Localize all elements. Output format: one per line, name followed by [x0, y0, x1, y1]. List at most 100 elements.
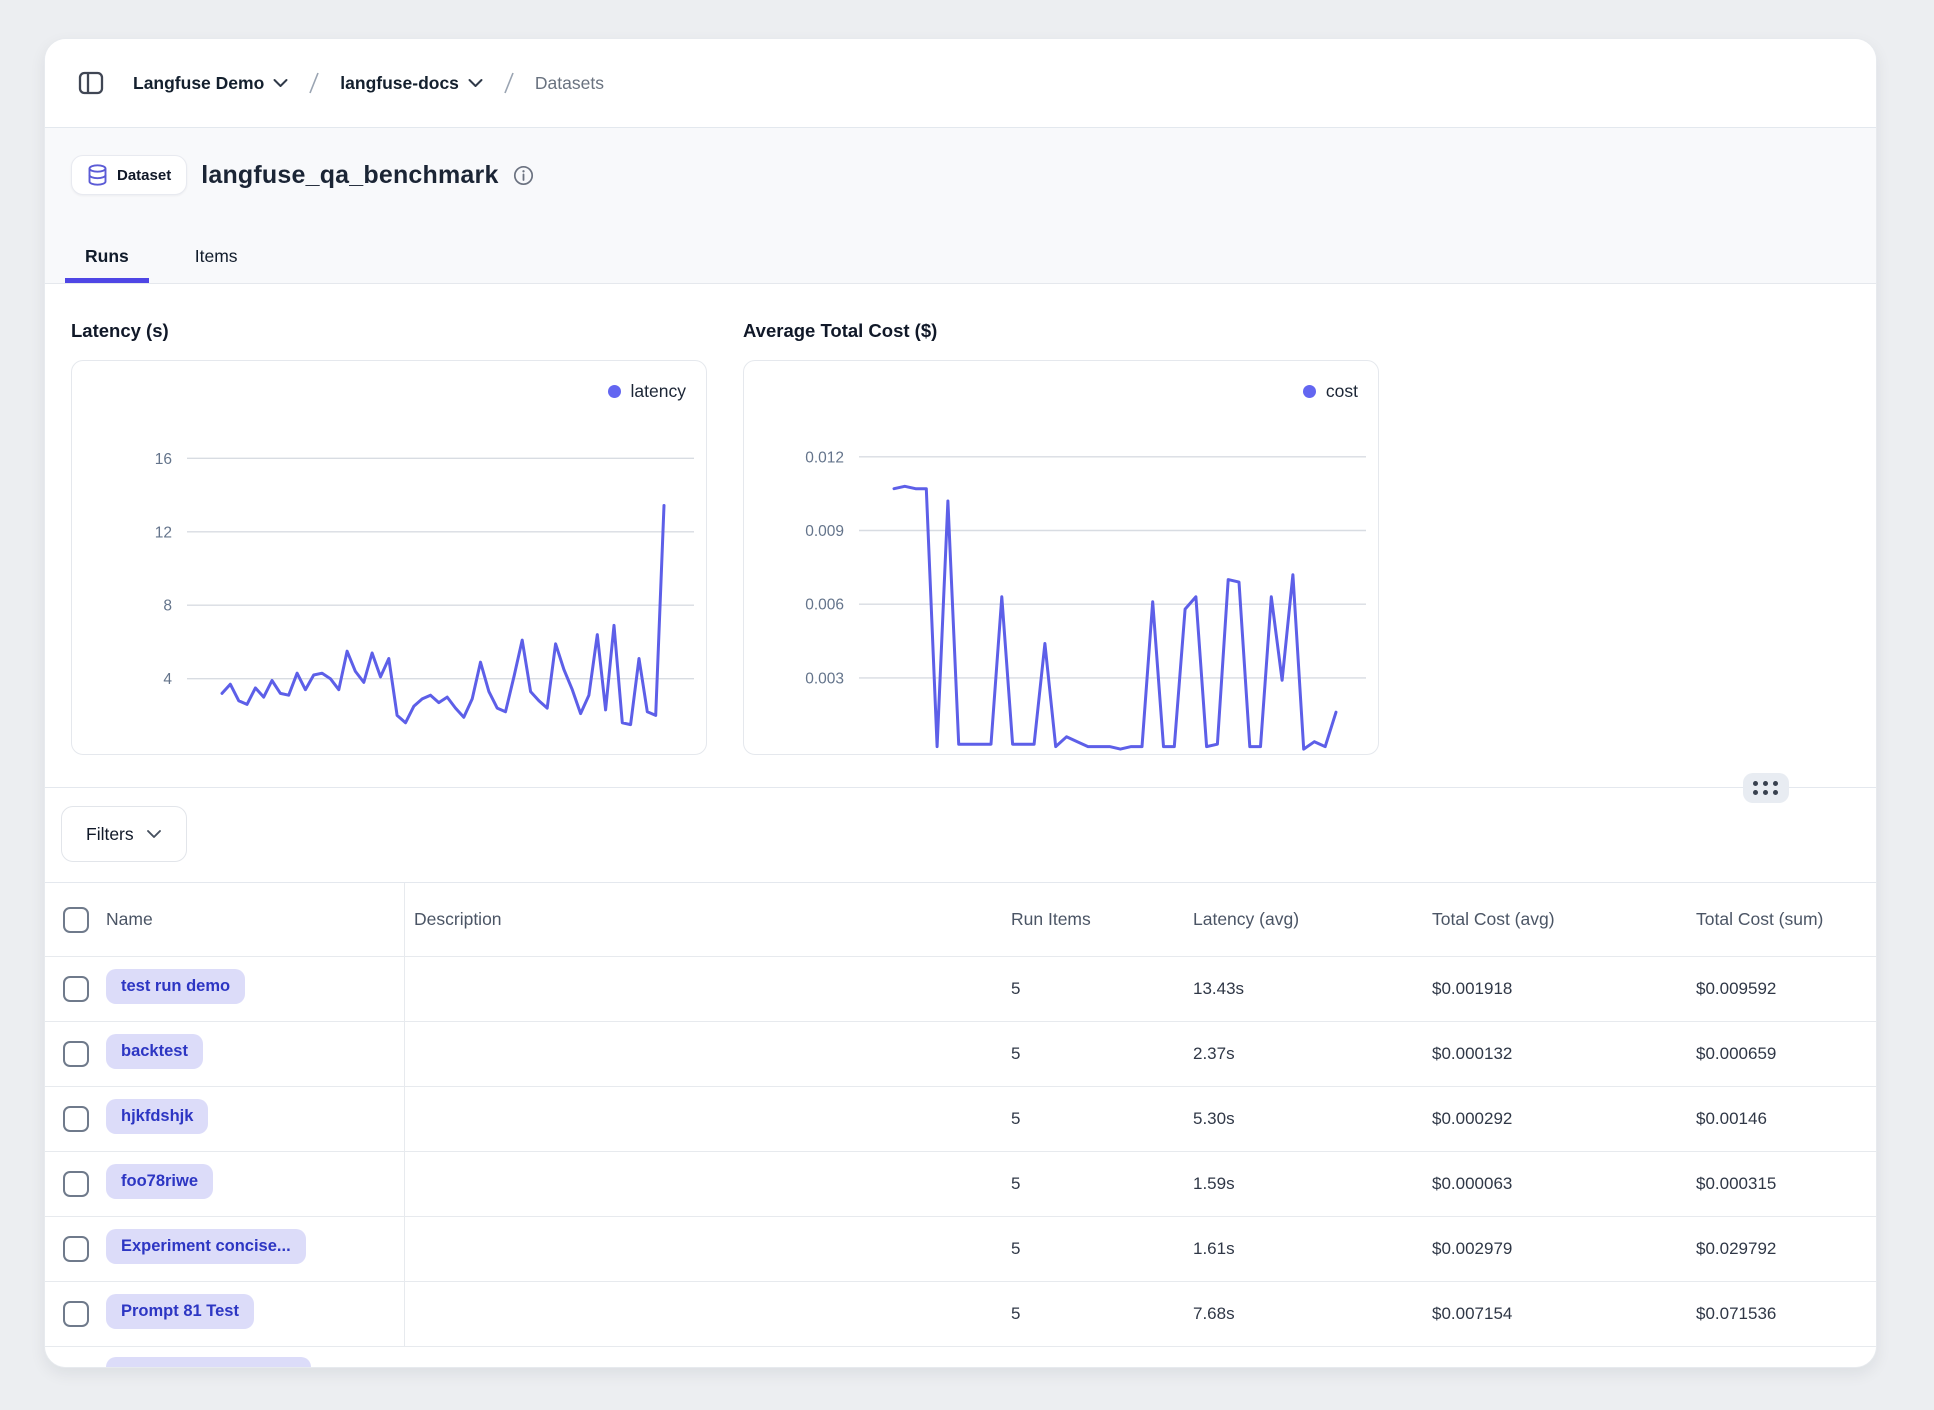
dataset-type-badge: Dataset: [71, 155, 187, 195]
sidebar-toggle-button[interactable]: [71, 63, 111, 103]
table-row[interactable]: test run demo 513.43s$0.001918$0.009592: [45, 957, 1876, 1022]
cost-chart: 0.0030.0060.0090.012 cost: [743, 360, 1379, 755]
tab-runs[interactable]: Runs: [71, 246, 143, 283]
info-icon[interactable]: [513, 165, 534, 186]
breadcrumb-org-selector[interactable]: Langfuse Demo: [133, 73, 288, 94]
cell-total-cost-avg: $0.000132: [1432, 1044, 1696, 1064]
cell-run-items: 5: [1011, 1174, 1193, 1194]
cell-latency-avg: 7.68s: [1193, 1304, 1432, 1324]
run-name-badge[interactable]: [106, 1357, 311, 1368]
cell-latency-avg: 2.37s: [1193, 1044, 1432, 1064]
legend-label: cost: [1326, 381, 1358, 402]
legend-label: latency: [631, 381, 686, 402]
table-body: test run demo513.43s$0.001918$0.009592ba…: [45, 957, 1876, 1347]
breadcrumb-project-selector[interactable]: langfuse-docs: [340, 73, 483, 94]
cell-total-cost-sum: $0.029792: [1696, 1239, 1876, 1259]
dataset-header: Dataset langfuse_qa_benchmark Runs Items: [45, 128, 1876, 284]
svg-text:0.003: 0.003: [805, 670, 844, 687]
cell-total-cost-avg: $0.002979: [1432, 1239, 1696, 1259]
cell-total-cost-avg: $0.000063: [1432, 1174, 1696, 1194]
latency-chart: 4 8 12 16 latency: [71, 360, 707, 755]
run-name-badge[interactable]: test run demo: [106, 969, 245, 1004]
cell-total-cost-sum: $0.009592: [1696, 979, 1876, 999]
table-header-row: Name Description Run Items Latency (avg)…: [45, 883, 1876, 957]
cost-chart-block: Average Total Cost ($) 0.0030.0060.0090.…: [743, 320, 1379, 755]
chevron-down-icon: [146, 829, 162, 839]
project-name: langfuse-docs: [340, 73, 459, 94]
tab-items[interactable]: Items: [181, 246, 252, 283]
run-name-badge[interactable]: Prompt 81 Test: [106, 1294, 254, 1329]
cell-run-items: 5: [1011, 1044, 1193, 1064]
tab-bar: Runs Items: [71, 246, 252, 283]
filters-button[interactable]: Filters: [61, 806, 187, 862]
latency-chart-block: Latency (s) 4 8 12 16 latency: [71, 320, 707, 755]
cost-chart-title: Average Total Cost ($): [743, 320, 1379, 350]
section-divider: [45, 787, 1876, 788]
table-row[interactable]: Experiment concise...51.61s$0.002979$0.0…: [45, 1217, 1876, 1282]
svg-text:0.009: 0.009: [805, 523, 844, 540]
legend-dot-icon: [1303, 385, 1316, 398]
resize-handle[interactable]: [1743, 773, 1789, 803]
cell-total-cost-avg: $0.001918: [1432, 979, 1696, 999]
cell-latency-avg: 1.59s: [1193, 1174, 1432, 1194]
org-name: Langfuse Demo: [133, 73, 264, 94]
svg-text:0.006: 0.006: [805, 597, 844, 614]
topbar: Langfuse Demo langfuse-docs Datasets: [45, 39, 1876, 128]
row-checkbox[interactable]: [63, 1106, 89, 1132]
run-name-badge[interactable]: Experiment concise...: [106, 1229, 306, 1264]
cost-line-plot: 0.0030.0060.0090.012: [744, 361, 1379, 754]
filters-button-label: Filters: [86, 824, 134, 845]
cell-run-items: 5: [1011, 1109, 1193, 1129]
table-row[interactable]: hjkfdshjk55.30s$0.000292$0.00146: [45, 1087, 1876, 1152]
cell-total-cost-sum: $0.000315: [1696, 1174, 1876, 1194]
breadcrumb-current-page: Datasets: [535, 73, 604, 94]
page-title: langfuse_qa_benchmark: [201, 161, 498, 190]
breadcrumb-separator-icon: [497, 70, 521, 96]
cell-total-cost-avg: $0.000292: [1432, 1109, 1696, 1129]
col-header-name[interactable]: Name: [106, 909, 404, 930]
col-header-total-cost-sum[interactable]: Total Cost (sum): [1696, 909, 1876, 930]
svg-text:12: 12: [155, 524, 172, 541]
chevron-down-icon: [468, 78, 483, 88]
panel-left-icon: [77, 69, 105, 97]
cell-run-items: 5: [1011, 979, 1193, 999]
cell-total-cost-sum: $0.071536: [1696, 1304, 1876, 1324]
run-name-badge[interactable]: backtest: [106, 1034, 203, 1069]
col-header-latency-avg[interactable]: Latency (avg): [1193, 909, 1432, 930]
col-header-total-cost-avg[interactable]: Total Cost (avg): [1432, 909, 1696, 930]
chevron-down-icon: [273, 78, 288, 88]
row-checkbox[interactable]: [63, 1301, 89, 1327]
col-header-run-items[interactable]: Run Items: [1011, 909, 1193, 930]
cell-total-cost-avg: $0.007154: [1432, 1304, 1696, 1324]
main-panel: Langfuse Demo langfuse-docs Datasets: [44, 38, 1877, 1368]
latency-legend: latency: [608, 381, 686, 402]
grip-dots-icon: [1753, 781, 1779, 796]
breadcrumb-separator-icon: [302, 70, 326, 96]
row-checkbox[interactable]: [63, 1236, 89, 1262]
cell-run-items: 5: [1011, 1304, 1193, 1324]
run-name-badge[interactable]: foo78riwe: [106, 1164, 213, 1199]
row-checkbox[interactable]: [63, 1171, 89, 1197]
svg-text:8: 8: [163, 598, 172, 615]
legend-dot-icon: [608, 385, 621, 398]
dataset-badge-label: Dataset: [117, 167, 171, 184]
table-row[interactable]: Prompt 81 Test 57.68s$0.007154$0.071536: [45, 1282, 1876, 1347]
row-checkbox[interactable]: [63, 1041, 89, 1067]
col-header-description[interactable]: Description: [404, 909, 1011, 930]
latency-chart-title: Latency (s): [71, 320, 707, 350]
charts-section: Latency (s) 4 8 12 16 latency Average Total…: [45, 284, 1876, 755]
cost-legend: cost: [1303, 381, 1358, 402]
run-name-badge[interactable]: hjkfdshjk: [106, 1099, 208, 1134]
latency-line-plot: 4 8 12 16: [72, 361, 707, 754]
cell-total-cost-sum: $0.00146: [1696, 1109, 1876, 1129]
cell-total-cost-sum: $0.000659: [1696, 1044, 1876, 1064]
svg-text:16: 16: [155, 451, 172, 468]
cell-latency-avg: 13.43s: [1193, 979, 1432, 999]
cell-latency-avg: 1.61s: [1193, 1239, 1432, 1259]
table-row[interactable]: backtest 52.37s$0.000132$0.000659: [45, 1022, 1876, 1087]
database-icon: [87, 164, 108, 186]
svg-text:4: 4: [163, 671, 172, 688]
row-checkbox[interactable]: [63, 976, 89, 1002]
select-all-checkbox[interactable]: [63, 907, 89, 933]
table-row[interactable]: foo78riwe 51.59s$0.000063$0.000315: [45, 1152, 1876, 1217]
